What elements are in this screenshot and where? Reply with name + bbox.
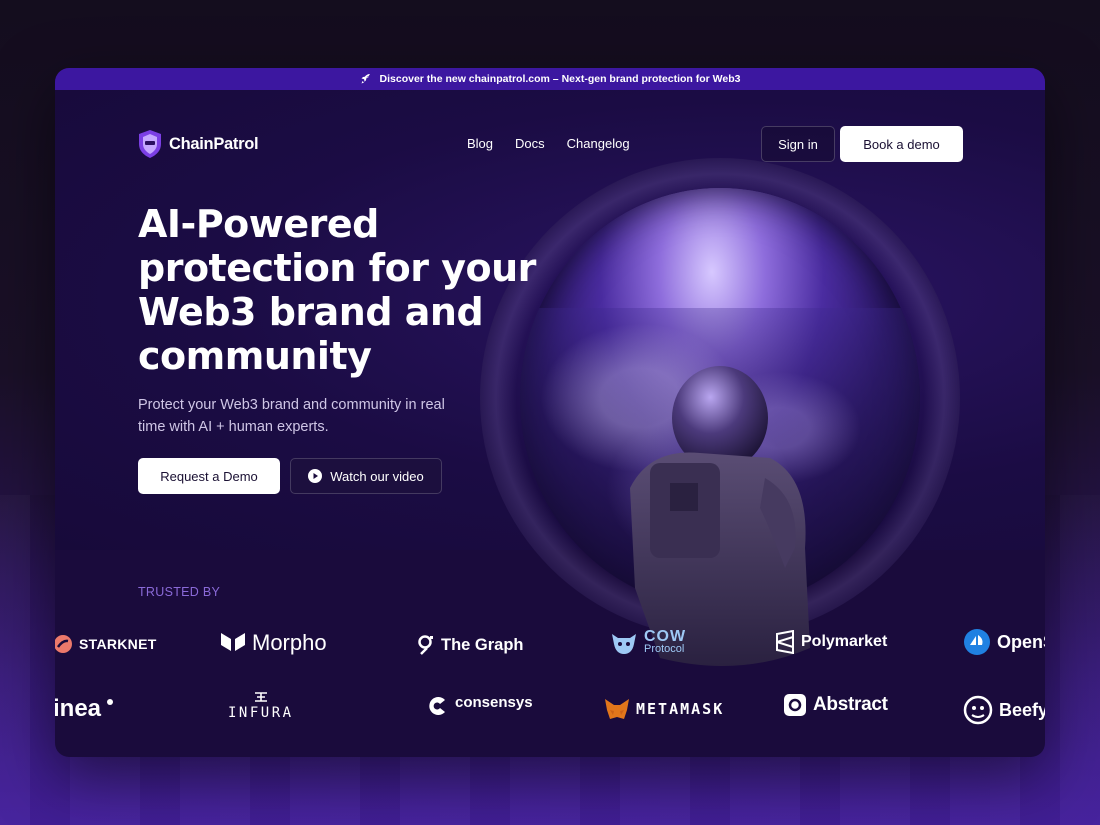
headline-line: protection for your	[138, 246, 536, 290]
logo-infura: INFURA	[228, 691, 294, 721]
rocket-icon	[361, 74, 370, 84]
logo-metamask: METAMASK	[604, 697, 724, 721]
metamask-fox-icon	[605, 699, 629, 719]
cow-protocol-name: Protocol	[644, 643, 685, 655]
abstract-icon	[784, 694, 806, 716]
headline-line: AI-Powered	[138, 202, 379, 246]
main-nav: Blog Docs Changelog	[467, 136, 630, 151]
sign-in-button[interactable]: Sign in	[761, 126, 835, 162]
infura-icon	[254, 692, 267, 702]
opensea-icon	[964, 629, 990, 655]
opensea-name: OpenS	[997, 631, 1045, 652]
polymarket-icon	[776, 630, 794, 654]
cow-text: COW Protocol	[644, 628, 687, 656]
headline-line: Web3 brand and	[138, 290, 484, 334]
announcement-bar[interactable]: Discover the new chainpatrol.com – Next-…	[55, 68, 1045, 90]
logos-row-2: inea INFURA consensys METAMASK Abstract …	[55, 691, 1045, 733]
logo-beefy: Beefy	[963, 695, 1045, 725]
beefy-cow-icon	[963, 695, 993, 725]
nav-link-blog[interactable]: Blog	[467, 136, 493, 151]
logo-morpho: Morpho	[220, 630, 327, 656]
the-graph-icon	[418, 635, 433, 655]
linea-dot-icon	[107, 699, 114, 705]
starknet-icon	[55, 635, 72, 653]
logo-abstract: Abstract	[783, 693, 888, 717]
metamask-name: METAMASK	[636, 700, 725, 718]
infura-name: INFURA	[228, 705, 294, 721]
cow-icon	[612, 634, 636, 654]
beefy-name: Beefy	[999, 699, 1045, 720]
hero-headline: AI-Powered protection for your Web3 bran…	[138, 202, 558, 378]
cow-name: COW	[644, 628, 687, 645]
logo-cow-protocol: COW Protocol	[610, 628, 687, 656]
logo-opensea: OpenS	[963, 628, 1045, 656]
morpho-name: Morpho	[252, 630, 327, 655]
headline-line: community	[138, 334, 372, 378]
nav-link-changelog[interactable]: Changelog	[567, 136, 630, 151]
logos-row-1: STARKNET Morpho The Graph COW Protocol P…	[55, 628, 1045, 668]
announcement-text: Discover the new chainpatrol.com – Next-…	[379, 73, 741, 85]
book-demo-button[interactable]: Book a demo	[840, 126, 963, 162]
logo-linea: inea	[55, 695, 114, 723]
brand-logo[interactable]: ChainPatrol	[137, 128, 259, 160]
trusted-by-label: TRUSTED BY	[138, 585, 221, 599]
brand-name: ChainPatrol	[169, 134, 259, 153]
abstract-name: Abstract	[813, 694, 888, 715]
shield-knight-icon	[139, 130, 161, 158]
consensys-icon	[429, 697, 445, 715]
logo-the-graph: The Graph	[417, 634, 524, 656]
watch-video-button[interactable]: Watch our video	[290, 458, 442, 494]
logo-polymarket: Polymarket	[775, 630, 887, 654]
the-graph-name: The Graph	[441, 635, 524, 654]
page-card: Discover the new chainpatrol.com – Next-…	[55, 68, 1045, 757]
watch-video-label: Watch our video	[330, 468, 424, 484]
morpho-icon	[221, 633, 245, 651]
linea-name: inea	[55, 695, 102, 722]
polymarket-name: Polymarket	[801, 633, 888, 650]
logo-starknet: STARKNET	[55, 634, 157, 654]
hero-section: ChainPatrol Blog Docs Changelog Sign in …	[55, 90, 1045, 666]
hero-subtitle: Protect your Web3 brand and community in…	[138, 397, 445, 435]
starknet-name: STARKNET	[79, 636, 157, 652]
request-demo-button[interactable]: Request a Demo	[138, 458, 280, 494]
consensys-name: consensys	[455, 693, 533, 711]
play-icon	[308, 469, 323, 483]
nav-link-docs[interactable]: Docs	[515, 136, 545, 151]
logo-consensys: consensys	[427, 693, 533, 717]
